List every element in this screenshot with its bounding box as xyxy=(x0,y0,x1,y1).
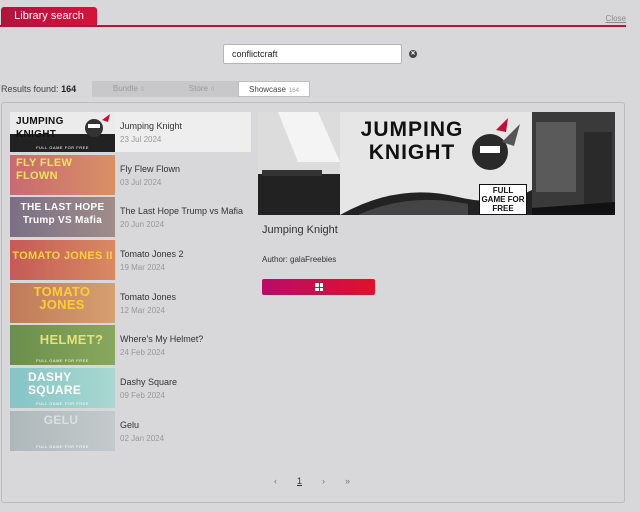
play-windows-button[interactable] xyxy=(262,279,375,295)
game-title: Jumping Knight xyxy=(120,121,183,131)
list-item[interactable]: TOMATO JONES Tomato Jones 12 Mar 2024 xyxy=(10,282,251,323)
game-thumbnail: HELMET? FULL GAME FOR FREE xyxy=(10,325,115,366)
thumbnail-badge: FULL GAME FOR FREE xyxy=(36,401,89,407)
game-title: Dashy Square xyxy=(120,377,178,388)
list-item[interactable]: DASHY SQUARE FULL GAME FOR FREE Dashy Sq… xyxy=(10,368,251,409)
game-title: The Last Hope Trump vs Mafia xyxy=(120,206,244,217)
tab-showcase[interactable]: Showcase 164 xyxy=(238,81,310,97)
thumbnail-title: THE LAST HOPE Trump VS Mafia xyxy=(20,202,105,227)
tab-bundle-label: Bundle xyxy=(112,84,138,93)
window-header: Library search Close xyxy=(0,0,640,28)
game-date: 24 Feb 2024 xyxy=(120,348,165,358)
hero-badge: FULL GAME FOR FREE xyxy=(479,184,527,215)
thumbnail-title: JUMPING KNIGHT xyxy=(16,116,64,140)
detail-author: Author: galaFreebies xyxy=(262,255,336,264)
game-date: 19 Mar 2024 xyxy=(120,263,165,273)
page-1-button[interactable]: 1 xyxy=(297,476,302,486)
game-title: Gelu xyxy=(120,419,140,430)
list-item[interactable]: JUMPING KNIGHT FULL GAME FOR FREE Jumpin… xyxy=(10,112,251,152)
thumbnail-title: TOMATO JONES II xyxy=(12,250,113,263)
thumbnail-title: GELU xyxy=(43,412,79,427)
game-date: 20 Jun 2024 xyxy=(120,220,165,230)
game-title: Tomato Jones 2 xyxy=(120,249,184,260)
last-page-button[interactable]: » xyxy=(345,476,350,486)
author-name: galaFreebies xyxy=(290,255,337,264)
close-link[interactable]: Close xyxy=(606,14,626,23)
library-search-tab[interactable]: Library search xyxy=(1,7,97,25)
detail-title: Jumping Knight xyxy=(262,224,338,236)
thumbnail-title: HELMET? xyxy=(39,332,104,348)
list-item[interactable]: THE LAST HOPE Trump VS Mafia The Last Ho… xyxy=(10,197,251,238)
tab-store-count: 0 xyxy=(210,87,215,93)
game-title: Tomato Jones xyxy=(120,291,177,302)
prev-page-button[interactable]: ‹ xyxy=(274,476,277,486)
game-title: Fly Flew Flown xyxy=(120,163,181,174)
list-item[interactable]: FLY FLEW FLOWN Fly Flew Flown 03 Jul 202… xyxy=(10,154,251,195)
pagination: ‹ 1 › » xyxy=(270,476,360,490)
game-date: 09 Feb 2024 xyxy=(120,391,165,401)
game-thumbnail: THE LAST HOPE Trump VS Mafia xyxy=(10,197,115,238)
windows-icon xyxy=(315,283,323,291)
thumbnail-badge: FULL GAME FOR FREE xyxy=(36,443,89,449)
header-divider xyxy=(0,25,626,27)
thumbnail-title: TOMATO JONES xyxy=(33,283,91,312)
game-date: 03 Jul 2024 xyxy=(120,177,162,187)
tab-bundle-count: 0 xyxy=(140,87,145,93)
game-thumbnail: FLY FLEW FLOWN xyxy=(10,154,115,195)
list-item[interactable]: HELMET? FULL GAME FOR FREE Where's My He… xyxy=(10,325,251,366)
results-found: Results found: 164 xyxy=(1,84,76,94)
thumbnail-badge: FULL GAME FOR FREE xyxy=(36,358,89,364)
thumbnail-badge: FULL GAME FOR FREE xyxy=(36,145,89,150)
results-label: Results found: xyxy=(1,84,59,94)
thumbnail-title: FLY FLEW FLOWN xyxy=(16,156,73,182)
list-item[interactable]: TOMATO JONES II Tomato Jones 2 19 Mar 20… xyxy=(10,240,251,281)
source-tabs: Bundle 0 Store 0 Showcase 164 xyxy=(92,81,310,97)
game-thumbnail: TOMATO JONES II xyxy=(10,240,115,281)
search-input[interactable] xyxy=(223,44,402,64)
tab-showcase-label: Showcase xyxy=(249,85,286,94)
results-count: 164 xyxy=(61,84,77,94)
game-title: Where's My Helmet? xyxy=(120,334,204,345)
author-label: Author: xyxy=(262,255,288,264)
hero-image: JUMPING KNIGHT FULL GAME FOR FREE xyxy=(258,112,615,215)
tab-store-label: Store xyxy=(188,84,208,93)
game-thumbnail: TOMATO JONES xyxy=(10,282,115,323)
search-bar: ✕ xyxy=(223,44,417,64)
tab-store[interactable]: Store 0 xyxy=(165,81,238,97)
thumbnail-title: DASHY SQUARE xyxy=(28,370,82,398)
clear-circle-icon[interactable]: ✕ xyxy=(409,50,417,58)
game-list: JUMPING KNIGHT FULL GAME FOR FREE Jumpin… xyxy=(10,112,252,454)
tab-showcase-count: 164 xyxy=(288,88,299,94)
hero-title: JUMPING KNIGHT xyxy=(360,118,464,164)
game-thumbnail: JUMPING KNIGHT FULL GAME FOR FREE xyxy=(10,112,115,152)
tab-bundle[interactable]: Bundle 0 xyxy=(92,81,165,97)
game-date: 02 Jan 2024 xyxy=(120,433,165,443)
game-thumbnail: GELU FULL GAME FOR FREE xyxy=(10,410,115,451)
game-date: 12 Mar 2024 xyxy=(120,305,165,315)
game-date: 23 Jul 2024 xyxy=(120,135,162,144)
game-thumbnail: DASHY SQUARE FULL GAME FOR FREE xyxy=(10,368,115,409)
list-item[interactable]: GELU FULL GAME FOR FREE Gelu 02 Jan 2024 xyxy=(10,410,251,451)
next-page-button[interactable]: › xyxy=(322,476,325,486)
